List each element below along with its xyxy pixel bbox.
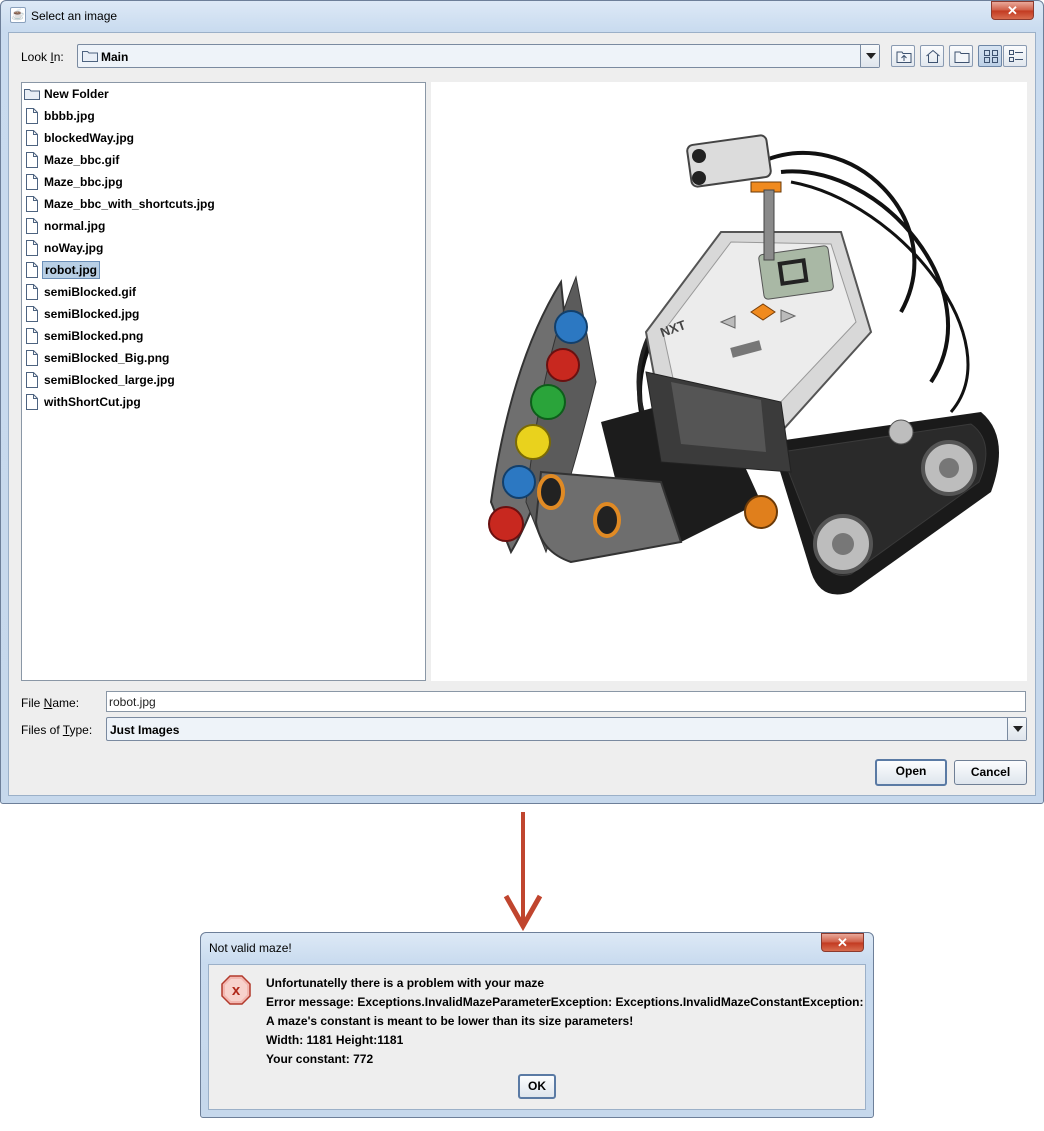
file-list-item[interactable]: semiBlocked_large.jpg <box>23 370 323 390</box>
file-list-item[interactable]: semiBlocked.png <box>23 326 323 346</box>
file-icon <box>26 174 38 190</box>
look-in-combo[interactable]: Main <box>77 44 880 68</box>
file-icon <box>26 152 38 168</box>
files-of-type-value: Just Images <box>110 723 180 737</box>
error-message-line: Your constant: 772 <box>266 1052 374 1066</box>
up-folder-icon <box>896 51 912 63</box>
file-icon <box>26 196 38 212</box>
file-name-text: semiBlocked.jpg <box>44 307 140 321</box>
file-name-text: semiBlocked.png <box>44 329 144 343</box>
file-list-item[interactable]: semiBlocked.gif <box>23 282 323 302</box>
error-message-line: A maze's constant is meant to be lower t… <box>266 1014 634 1028</box>
file-name-text: robot.jpg <box>42 261 100 279</box>
file-name-input[interactable]: robot.jpg <box>106 691 1026 712</box>
file-name-text: Maze_bbc.jpg <box>44 175 123 189</box>
list-view-button[interactable] <box>978 45 1002 67</box>
svg-text:x: x <box>232 982 241 999</box>
error-message-line: Error message: Exceptions.InvalidMazePar… <box>266 995 864 1009</box>
file-icon <box>26 130 38 146</box>
home-button[interactable] <box>920 45 944 67</box>
details-view-icon <box>1009 50 1023 62</box>
file-list-item[interactable]: withShortCut.jpg <box>23 392 323 412</box>
file-list-item[interactable]: robot.jpg <box>23 260 323 280</box>
java-app-icon: ☕ <box>10 7 26 23</box>
file-list[interactable]: New Folder bbbb.jpg blockedWay.jpg Maze_bbc… <box>21 82 426 681</box>
robot-preview-image: NXT <box>488 134 999 595</box>
look-in-value: Main <box>101 50 129 64</box>
image-preview: NXT <box>431 82 1027 681</box>
files-of-type-dropdown-arrow[interactable] <box>1007 718 1026 740</box>
file-icon <box>26 240 38 256</box>
dialog-title-bar[interactable]: Not valid maze! ✕ <box>201 933 873 963</box>
file-icon <box>26 306 38 322</box>
file-list-item[interactable]: bbbb.jpg <box>23 106 323 126</box>
look-in-label: Look In: <box>21 50 64 64</box>
file-icon <box>26 284 38 300</box>
file-icon <box>26 350 38 366</box>
file-list-item[interactable]: semiBlocked.jpg <box>23 304 323 324</box>
dialog-content: x Unfortunatelly there is a problem with… <box>208 964 866 1110</box>
file-list-item[interactable]: Maze_bbc_with_shortcuts.jpg <box>23 194 323 214</box>
window-title: Select an image <box>31 9 118 23</box>
file-name-text: withShortCut.jpg <box>44 395 141 409</box>
file-name-text: blockedWay.jpg <box>44 131 135 145</box>
folder-icon <box>24 89 40 100</box>
file-icon <box>26 328 38 344</box>
details-view-button[interactable] <box>1003 45 1027 67</box>
files-of-type-combo[interactable]: Just Images <box>106 717 1027 741</box>
error-icon: x <box>221 975 251 1005</box>
file-chooser-window: ☕ Select an image ✕ Look In: Main New Fo… <box>0 0 1044 804</box>
file-list-item[interactable]: Maze_bbc.jpg <box>23 172 323 192</box>
file-name-text: semiBlocked_Big.png <box>44 351 170 365</box>
file-icon <box>26 394 38 410</box>
list-view-icon <box>984 50 998 63</box>
error-message-line: Unfortunatelly there is a problem with y… <box>266 976 545 990</box>
file-name-text: noWay.jpg <box>44 241 104 255</box>
close-icon: ✕ <box>837 935 848 950</box>
open-button[interactable]: Open <box>875 759 947 786</box>
new-folder-icon <box>954 51 970 63</box>
file-name-label: File Name: <box>21 696 80 710</box>
ok-button[interactable]: OK <box>518 1074 556 1099</box>
file-name-text: semiBlocked.gif <box>44 285 137 299</box>
file-icon <box>26 218 38 234</box>
file-name-text: Maze_bbc.gif <box>44 153 120 167</box>
file-name-text: bbbb.jpg <box>44 109 95 123</box>
files-of-type-label: Files of Type: <box>21 723 93 737</box>
file-list-item[interactable]: noWay.jpg <box>23 238 323 258</box>
home-icon <box>926 49 940 63</box>
file-list-item[interactable]: normal.jpg <box>23 216 323 236</box>
close-button[interactable]: ✕ <box>991 1 1034 20</box>
file-name-text: semiBlocked_large.jpg <box>44 373 175 387</box>
file-name-value: robot.jpg <box>109 695 156 709</box>
folder-icon <box>82 51 98 62</box>
error-message-line: Width: 1181 Height:1181 <box>266 1033 404 1047</box>
file-list-item[interactable]: semiBlocked_Big.png <box>23 348 323 368</box>
chooser-content: Look In: Main New Folder bbbb.jpg blocke… <box>8 32 1036 796</box>
close-icon: ✕ <box>1007 3 1018 18</box>
file-icon <box>26 108 38 124</box>
file-list-item[interactable]: blockedWay.jpg <box>23 128 323 148</box>
file-icon <box>26 262 38 278</box>
file-name-text: normal.jpg <box>44 219 106 233</box>
file-icon <box>26 372 38 388</box>
file-list-item[interactable]: Maze_bbc.gif <box>23 150 323 170</box>
dialog-title: Not valid maze! <box>209 941 292 955</box>
title-bar[interactable]: ☕ Select an image ✕ <box>1 1 1043 31</box>
file-list-item[interactable]: New Folder <box>23 84 323 104</box>
cancel-button[interactable]: Cancel <box>954 760 1027 785</box>
look-in-dropdown-arrow[interactable] <box>860 45 879 67</box>
flow-arrow <box>503 812 543 932</box>
file-name-text: Maze_bbc_with_shortcuts.jpg <box>44 197 215 211</box>
error-dialog: Not valid maze! ✕ x Unfortunatelly there… <box>200 932 874 1118</box>
dialog-close-button[interactable]: ✕ <box>821 933 864 952</box>
new-folder-button[interactable] <box>949 45 973 67</box>
file-name-text: New Folder <box>44 87 109 101</box>
up-one-level-button[interactable] <box>891 45 915 67</box>
